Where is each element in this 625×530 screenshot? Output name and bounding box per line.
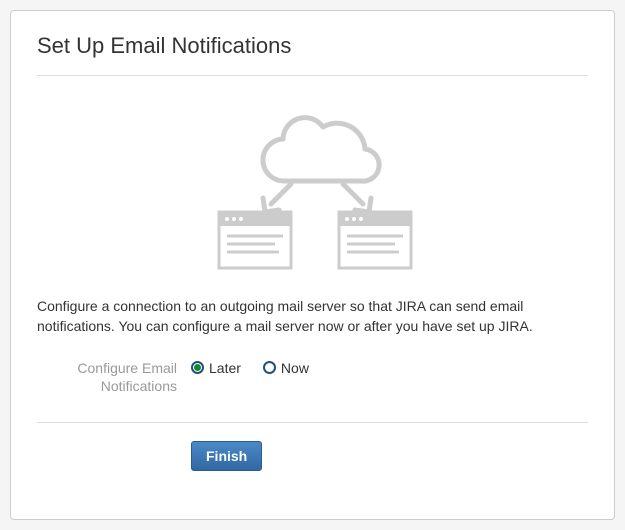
page-title: Set Up Email Notifications xyxy=(37,33,588,59)
description-text: Configure a connection to an outgoing ma… xyxy=(37,296,588,337)
radio-now-label: Now xyxy=(281,360,309,376)
radio-circle-icon xyxy=(263,361,276,374)
cloud-distribute-icon xyxy=(183,94,443,274)
radio-group: Later Now xyxy=(191,359,309,376)
field-label: Configure Email Notifications xyxy=(37,359,177,397)
email-illustration xyxy=(37,94,588,274)
setup-panel: Set Up Email Notifications xyxy=(10,10,615,520)
finish-button[interactable]: Finish xyxy=(191,441,262,471)
radio-circle-icon xyxy=(191,361,204,374)
radio-dot-icon xyxy=(194,364,201,371)
radio-now[interactable]: Now xyxy=(263,360,309,376)
configure-email-row: Configure Email Notifications Later Now xyxy=(37,359,588,397)
radio-later[interactable]: Later xyxy=(191,360,241,376)
button-row: Finish xyxy=(37,441,588,471)
radio-later-label: Later xyxy=(209,360,241,376)
divider-bottom xyxy=(37,422,588,423)
divider-top xyxy=(37,75,588,76)
